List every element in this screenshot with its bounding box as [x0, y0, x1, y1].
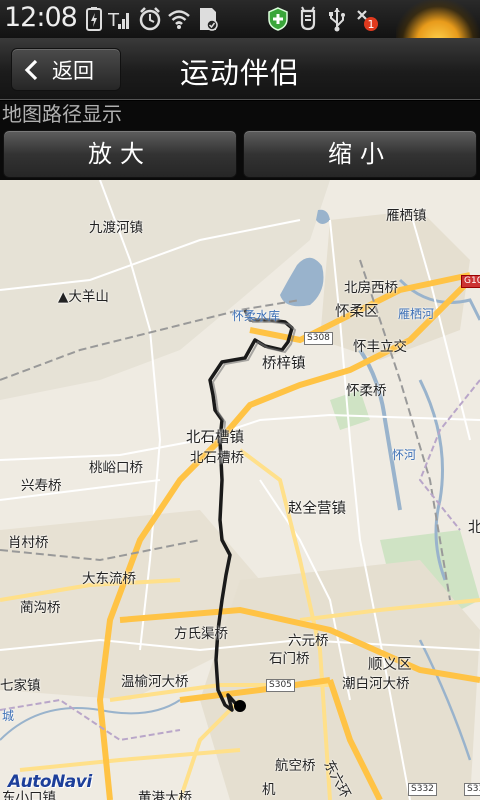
autonavi-logo: AutoNavi [8, 772, 92, 792]
sd-card-icon [196, 6, 220, 32]
map-label: 怀丰立交 [353, 339, 407, 355]
map-label: 蔺沟桥 [20, 600, 61, 616]
map-label: 桥梓镇 [262, 356, 306, 372]
map-label: 怀柔桥 [346, 383, 387, 399]
map-label: 北石槽镇 [186, 430, 244, 446]
status-bar: 12:08 T 1 [0, 0, 480, 38]
page-title: 运动伴侣 [179, 56, 300, 90]
map-label: 机 [262, 782, 276, 798]
zoom-controls: 放大 缩小 [0, 128, 480, 180]
title-bar: 返回 运动伴侣 [0, 38, 480, 100]
map-label: 兴寿桥 [21, 478, 62, 494]
wifi-icon [167, 6, 191, 32]
map-label: 怀柔区 [335, 304, 379, 320]
map-label: 大东流桥 [82, 571, 136, 587]
route-end-marker [234, 700, 246, 712]
map-label: 六元桥 [288, 633, 329, 649]
road-shield: S33 [464, 783, 480, 796]
map-label: 九渡河镇 [89, 220, 143, 236]
road-shield: S305 [266, 679, 295, 692]
signal-icon: T [107, 6, 132, 32]
missed-call-icon: 1 [354, 6, 378, 32]
usb-icon [325, 6, 349, 32]
map-label: 潮白河大桥 [342, 676, 410, 692]
map-label: 北石槽桥 [190, 450, 244, 466]
map-label: 赵全营镇 [288, 501, 346, 517]
notification-glow [396, 0, 480, 38]
shield-plus-icon [266, 6, 290, 32]
map-label: 肖村桥 [8, 535, 49, 551]
zoom-out-button[interactable]: 缩小 [243, 130, 477, 178]
map-label: 黄港大桥 [138, 790, 192, 800]
usb-debug-icon [296, 6, 320, 32]
map-label: 北房西桥 [344, 280, 398, 296]
alarm-icon [138, 6, 162, 32]
map-label: 城 [2, 709, 15, 723]
road-shield: S332 [408, 783, 437, 796]
map-label: 怀柔水库 [232, 309, 281, 323]
map-label: 雁栖河 [398, 307, 435, 321]
road-shield: G101 [461, 275, 480, 288]
section-subtitle: 地图路径显示 [0, 101, 480, 128]
map-label: 方氏渠桥 [174, 626, 228, 642]
map-label: 航空桥 [275, 758, 316, 774]
map-label: 石门桥 [269, 651, 310, 667]
map-label: 怀河 [392, 448, 417, 462]
road-shield: S308 [304, 332, 333, 345]
map-label: 温榆河大桥 [121, 674, 189, 690]
map-label: 七家镇 [0, 678, 41, 694]
route-map[interactable]: 九渡河镇 雁栖镇 ▲大羊山 北房西桥 怀柔水库 怀柔区 雁栖河 怀丰立交 桥梓镇… [0, 180, 480, 800]
map-label: 雁栖镇 [386, 208, 427, 224]
map-label: 桃峪口桥 [89, 460, 143, 476]
svg-text:1: 1 [368, 18, 375, 31]
zoom-in-button[interactable]: 放大 [3, 130, 237, 178]
battery-icon [82, 6, 106, 32]
map-label: 顺义区 [368, 657, 412, 673]
status-time: 12:08 [4, 2, 78, 33]
map-label: 北 [468, 520, 480, 536]
map-label: ▲大羊山 [58, 289, 109, 305]
